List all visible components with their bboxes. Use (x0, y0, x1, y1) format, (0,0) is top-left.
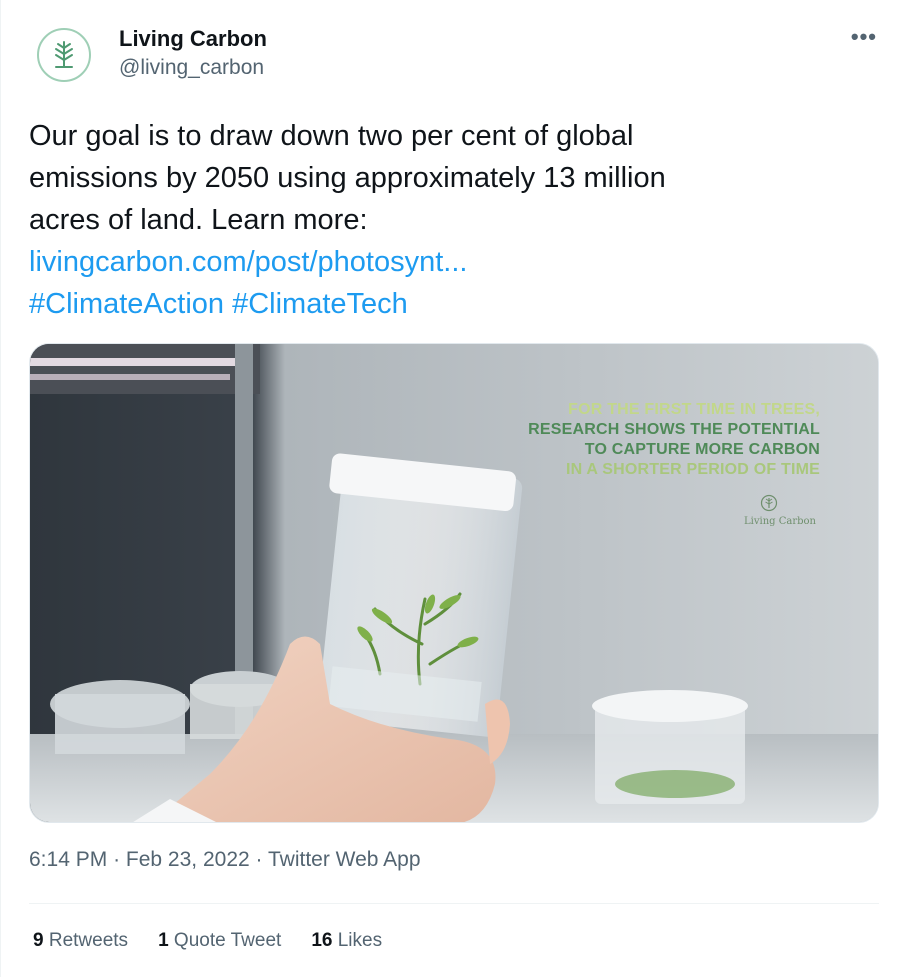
tweet-media-image[interactable]: FOR THE FIRST TIME IN TREES, RESEARCH SH… (29, 343, 879, 823)
hashtag-climateaction[interactable]: #ClimateAction (29, 288, 224, 320)
user-handle[interactable]: @living_carbon (119, 56, 264, 80)
quote-tweets-stat[interactable]: 1 Quote Tweet (158, 930, 281, 952)
divider (29, 903, 879, 904)
likes-stat[interactable]: 16 Likes (311, 930, 382, 952)
meta-separator: · (255, 848, 263, 871)
tweet-stats: 9 Retweets 1 Quote Tweet 16 Likes (33, 930, 382, 952)
more-options-icon[interactable]: ••• (851, 24, 877, 50)
overlay-line: FOR THE FIRST TIME IN TREES, (568, 401, 820, 418)
meta-separator: · (113, 848, 121, 871)
likes-label: Likes (337, 930, 383, 951)
tree-logo-icon (55, 41, 73, 68)
tweet-date[interactable]: Feb 23, 2022 (126, 848, 250, 871)
quotes-count: 1 (158, 930, 169, 951)
display-name[interactable]: Living Carbon (119, 26, 267, 52)
tweet-source[interactable]: Twitter Web App (268, 848, 421, 871)
tweet-text-line: emissions by 2050 using approximately 13… (29, 162, 666, 194)
tweet-card: Living Carbon @living_carbon ••• Our goa… (0, 0, 900, 977)
tweet-header: Living Carbon @living_carbon ••• (37, 24, 877, 84)
tweet-link[interactable]: livingcarbon.com/post/photosynt... (29, 246, 467, 278)
media-overlay-text: FOR THE FIRST TIME IN TREES, RESEARCH SH… (528, 400, 820, 480)
retweets-count: 9 (33, 930, 44, 951)
tweet-time[interactable]: 6:14 PM (29, 848, 107, 871)
hashtag-climatetech[interactable]: #ClimateTech (232, 288, 408, 320)
brand-logo-icon (760, 494, 786, 512)
likes-count: 16 (311, 930, 333, 951)
overlay-line: RESEARCH SHOWS THE POTENTIAL (528, 421, 820, 438)
tweet-text: Our goal is to draw down two per cent of… (29, 115, 859, 325)
tweet-meta: 6:14 PM · Feb 23, 2022 · Twitter Web App (29, 848, 421, 872)
overlay-line: TO CAPTURE MORE CARBON (584, 441, 820, 458)
quotes-label: Quote Tweet (173, 930, 282, 951)
tweet-text-line: Our goal is to draw down two per cent of… (29, 120, 634, 152)
media-brand-name: Living Carbon (744, 516, 816, 527)
avatar[interactable] (37, 28, 91, 82)
retweets-stat[interactable]: 9 Retweets (33, 930, 128, 952)
overlay-line: IN A SHORTER PERIOD OF TIME (565, 461, 820, 478)
retweets-label: Retweets (48, 930, 129, 951)
tweet-text-line: acres of land. Learn more: (29, 204, 368, 236)
